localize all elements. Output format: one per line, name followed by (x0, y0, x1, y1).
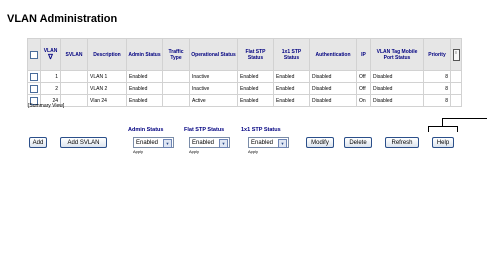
cell-admin-status: Enabled (126, 70, 163, 83)
cell-flat-stp-status: Enabled (237, 94, 274, 107)
1x1-stp-status-select[interactable]: Enabled ▼ (248, 137, 289, 148)
cell-1x1-stp-status: Enabled (273, 82, 310, 95)
table-header-row: VLAN ∇ SVLAN Description Admin Status Tra… (27, 38, 462, 71)
column-chooser-icon[interactable]: ≡ (452, 48, 460, 61)
cell-svlan (60, 94, 88, 107)
admin-status-label: Admin Status (128, 127, 164, 133)
callout-line (457, 126, 458, 132)
col-header-mobile-port-status[interactable]: VLAN Tag Mobile Port Status (370, 38, 424, 71)
apply-flat-stp-link[interactable]: Apply (189, 149, 199, 154)
admin-status-value: Enabled (136, 140, 159, 146)
page-title: VLAN Administration (7, 13, 118, 25)
col-header-operational-status[interactable]: Operational Status (189, 38, 238, 71)
cell-ip: On (356, 94, 371, 107)
row-checkbox[interactable] (30, 84, 38, 93)
select-all-header[interactable] (27, 38, 41, 71)
col-header-flat-stp-status[interactable]: Flat STP Status (237, 38, 274, 71)
flat-stp-status-select[interactable]: Enabled ▼ (189, 137, 230, 148)
cell-ip: Off (356, 70, 371, 83)
cell-authentication: Disabled (309, 70, 357, 83)
table-row[interactable]: 24 Vlan 24 Enabled Active Enabled Enable… (27, 94, 462, 107)
cell-operational-status: Inactive (189, 70, 238, 83)
col-header-description[interactable]: Description (87, 38, 127, 71)
select-all-checkbox[interactable] (30, 50, 38, 59)
cell-flat-stp-status: Enabled (237, 82, 274, 95)
col-header-vlan[interactable]: VLAN ∇ (40, 38, 61, 71)
delete-button[interactable]: Delete (344, 137, 372, 148)
cell-1x1-stp-status: Enabled (273, 94, 310, 107)
summary-view-link[interactable]: [Summary View] (28, 103, 64, 109)
cell-svlan (60, 70, 88, 83)
col-header-authentication[interactable]: Authentication (309, 38, 357, 71)
cell-priority: 8 (423, 70, 451, 83)
cell-operational-status: Inactive (189, 82, 238, 95)
cell-traffic-type (162, 70, 190, 83)
row-checkbox[interactable] (30, 72, 38, 81)
callout-line (442, 118, 487, 119)
table-row[interactable]: 1 VLAN 1 Enabled Inactive Enabled Enable… (27, 70, 462, 83)
cell-description: VLAN 1 (87, 70, 127, 83)
callout-line (428, 126, 429, 132)
cell-vlan: 1 (40, 70, 61, 83)
column-chooser-header[interactable]: ≡ (450, 38, 462, 71)
cell-description: VLAN 2 (87, 82, 127, 95)
apply-1x1-stp-link[interactable]: Apply (248, 149, 258, 154)
cell-description: Vlan 24 (87, 94, 127, 107)
cell-ip: Off (356, 82, 371, 95)
flat-stp-status-value: Enabled (192, 140, 215, 146)
refresh-button[interactable]: Refresh (385, 137, 419, 148)
cell-svlan (60, 82, 88, 95)
cell-mobile-port-status: Disabled (370, 82, 424, 95)
cell-operational-status: Active (189, 94, 238, 107)
1x1-stp-status-label: 1x1 STP Status (241, 127, 281, 133)
cell-1x1-stp-status: Enabled (273, 70, 310, 83)
cell-traffic-type (162, 94, 190, 107)
cell-admin-status: Enabled (126, 94, 163, 107)
col-header-1x1-stp-status[interactable]: 1x1 STP Status (273, 38, 310, 71)
cell-authentication: Disabled (309, 94, 357, 107)
sort-icon[interactable]: ∇ (42, 54, 59, 61)
col-header-svlan[interactable]: SVLAN (60, 38, 88, 71)
callout-line (428, 126, 458, 127)
cell-mobile-port-status: Disabled (370, 94, 424, 107)
apply-admin-status-link[interactable]: Apply (133, 149, 143, 154)
cell-priority: 8 (423, 82, 451, 95)
chevron-down-icon[interactable]: ▼ (163, 139, 172, 148)
vlan-table: VLAN ∇ SVLAN Description Admin Status Tra… (27, 38, 462, 107)
col-header-ip[interactable]: IP (356, 38, 371, 71)
cell-traffic-type (162, 82, 190, 95)
cell-mobile-port-status: Disabled (370, 70, 424, 83)
1x1-stp-status-value: Enabled (251, 140, 274, 146)
cell-vlan: 2 (40, 82, 61, 95)
cell-flat-stp-status: Enabled (237, 70, 274, 83)
add-button[interactable]: Add (29, 137, 47, 148)
help-button[interactable]: Help (432, 137, 454, 148)
table-row[interactable]: 2 VLAN 2 Enabled Inactive Enabled Enable… (27, 82, 462, 95)
col-header-priority[interactable]: Priority (423, 38, 451, 71)
chevron-down-icon[interactable]: ▼ (219, 139, 228, 148)
col-header-traffic-type[interactable]: Traffic Type (162, 38, 190, 71)
modify-button[interactable]: Modify (306, 137, 334, 148)
cell-priority: 8 (423, 94, 451, 107)
flat-stp-status-label: Flat STP Status (184, 127, 225, 133)
col-header-admin-status[interactable]: Admin Status (126, 38, 163, 71)
cell-authentication: Disabled (309, 82, 357, 95)
chevron-down-icon[interactable]: ▼ (278, 139, 287, 148)
admin-status-select[interactable]: Enabled ▼ (133, 137, 174, 148)
cell-admin-status: Enabled (126, 82, 163, 95)
add-svlan-button[interactable]: Add SVLAN (60, 137, 107, 148)
callout-line (442, 118, 443, 126)
